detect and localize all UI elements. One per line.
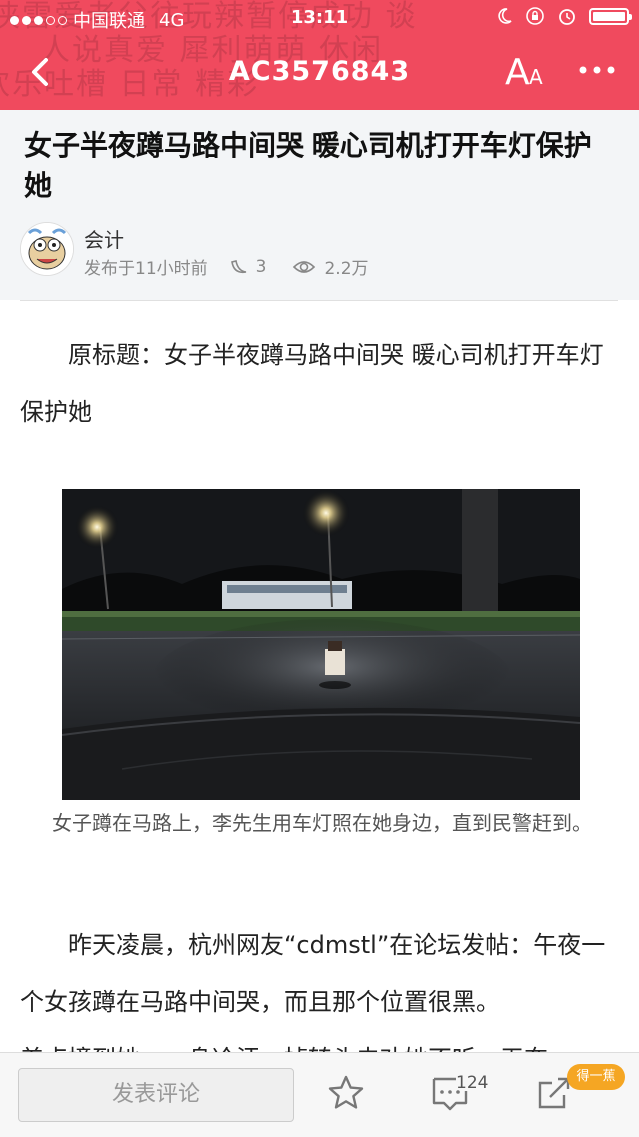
- banana-count: 3: [255, 256, 267, 277]
- comment-count: 124: [456, 1073, 489, 1093]
- article-meta: 发布于11小时前 3 2.2万: [84, 254, 369, 280]
- comment-input[interactable]: 发表评论: [18, 1068, 294, 1122]
- svg-text:A: A: [529, 65, 543, 89]
- star-icon[interactable]: [326, 1073, 366, 1113]
- app-header: AC3576843 AA: [0, 36, 639, 110]
- rotation-lock-icon: [526, 7, 544, 25]
- bottom-toolbar: 发表评论 124 得一蕉: [0, 1052, 639, 1137]
- intro-paragraph: 原标题：女子半夜蹲马路中间哭 暖心司机打开车灯保护她: [20, 341, 604, 426]
- battery-icon: [589, 7, 632, 25]
- night-road-image: [62, 489, 580, 800]
- article-headline: 女子半夜蹲马路中间哭 暖心司机打开车灯保护她: [24, 130, 592, 201]
- status-bar: 中国联通 4G 13:11: [0, 0, 639, 36]
- article-photo[interactable]: [62, 489, 580, 800]
- moon-icon: [498, 8, 512, 24]
- svg-text:A: A: [505, 52, 530, 90]
- image-caption: 女子蹲在马路上，李先生用车灯照在她身边，直到民警赶到。: [52, 811, 592, 835]
- top-bar: 侠雷爱老父往玩辣暂停成功 谈 人说真爱 犀利萌萌 休闲 欢乐吐槽 日常 精彩 中…: [0, 0, 639, 110]
- author-avatar[interactable]: [20, 222, 74, 276]
- more-dots-icon[interactable]: [577, 58, 617, 82]
- eye-icon: [293, 260, 316, 273]
- body-paragraph: 昨天凌晨，杭州网友“cdmstl”在论坛发帖：午夜一个女孩蹲在马路中间哭，而且那…: [20, 931, 606, 1016]
- alarm-icon: [559, 9, 575, 25]
- banana-icon: [230, 259, 246, 273]
- font-size-icon[interactable]: AA: [505, 50, 553, 90]
- divider: [20, 300, 618, 301]
- publish-time: 发布于11小时前: [84, 259, 208, 279]
- avatar-cartoon-icon: [21, 223, 73, 275]
- banana-badge[interactable]: 得一蕉: [567, 1064, 625, 1090]
- article-header: 女子半夜蹲马路中间哭 暖心司机打开车灯保护她 会计 发布于11小时前 3 2.2…: [0, 110, 639, 300]
- view-count: 2.2万: [324, 259, 369, 279]
- author-name[interactable]: 会计: [84, 224, 124, 253]
